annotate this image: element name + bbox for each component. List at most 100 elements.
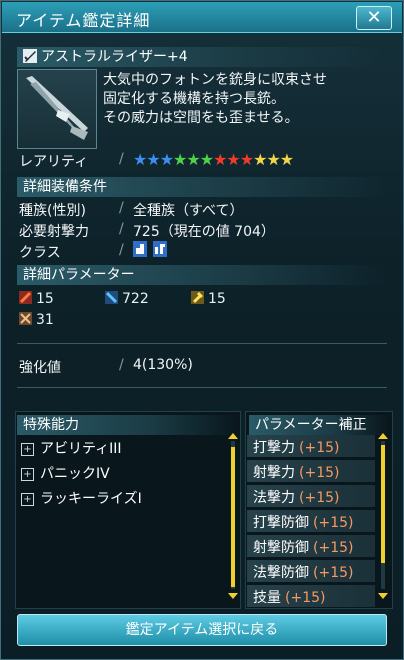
separator: / [119, 357, 124, 373]
gunner-class-icon [153, 241, 167, 257]
requirements-header-label: 詳細装備条件 [23, 179, 107, 195]
separator: / [119, 242, 124, 258]
ability-label: パニックIV [40, 466, 110, 482]
bonus-value: (+15) [313, 540, 354, 556]
item-description: 大気中のフォトンを銃身に収束させ 固定化する機構を持つ長銃。 その威力は空間をも… [103, 71, 327, 128]
dexterity-icon [19, 312, 32, 325]
rifle-image-icon [26, 76, 88, 140]
divider [17, 343, 387, 344]
ability-item[interactable]: + パニックIV [21, 463, 110, 483]
melee-stat: 15 [19, 291, 54, 307]
bonus-value: (+15) [285, 590, 326, 606]
ranger-class-icon [133, 241, 147, 257]
bonus-name: 打撃力 [253, 440, 295, 456]
tech-stat: 15 [191, 291, 226, 307]
back-to-selection-button[interactable]: 鑑定アイテム選択に戻る [17, 614, 387, 646]
bonus-row: 法撃防御 (+15) [247, 560, 375, 582]
race-value: 全種族（すべて） [133, 203, 244, 219]
scroll-up-icon[interactable] [378, 433, 388, 439]
rarity-star-icon: ★ [133, 150, 147, 169]
ranged-stat: 722 [105, 291, 149, 307]
melee-power-icon [19, 291, 32, 304]
bonus-name: 法撃力 [253, 490, 295, 506]
rarity-star-icon: ★ [266, 150, 280, 169]
parameters-header: 詳細パラメーター [17, 265, 387, 285]
rarity-star-icon: ★ [213, 150, 227, 169]
rifle-category-icon [23, 49, 37, 63]
parameters-header-label: 詳細パラメーター [23, 267, 135, 283]
bonus-row: 射撃力 (+15) [247, 460, 375, 482]
ability-label: アビリティIII [40, 441, 122, 457]
separator: / [119, 200, 124, 216]
scroll-down-icon[interactable] [378, 593, 388, 599]
bonus-name: 射撃防御 [253, 540, 309, 556]
grind-value: 4(130%) [133, 357, 193, 373]
abilities-scrollbar[interactable] [231, 441, 235, 589]
item-name: アストラルライザー+4 [41, 49, 188, 65]
bonus-row: 技量 (+15) [247, 585, 375, 607]
bonus-header: パラメーター補正 [249, 415, 389, 435]
ranged-power-icon [105, 291, 118, 304]
bonus-header-label: パラメーター補正 [255, 417, 367, 433]
rarity-star-icon: ★ [146, 150, 160, 169]
bonus-name: 技量 [253, 590, 281, 606]
bonus-row: 法撃力 (+15) [247, 485, 375, 507]
rarity-star-icon: ★ [186, 150, 200, 169]
bonus-row: 射撃防御 (+15) [247, 535, 375, 557]
bonus-value: (+15) [313, 565, 354, 581]
rarity-star-icon: ★ [279, 150, 294, 169]
requirements-header: 詳細装備条件 [17, 177, 387, 197]
description-line: 大気中のフォトンを銃身に収束させ [103, 72, 327, 88]
description-line: 固定化する機構を持つ長銃。 [103, 91, 285, 107]
dex-stat: 31 [19, 312, 54, 328]
rarity-star-icon: ★ [199, 150, 214, 169]
rarity-star-icon: ★ [253, 150, 267, 169]
race-label: 種族(性別) [19, 203, 86, 219]
separator: / [119, 151, 124, 167]
expand-icon: + [21, 443, 34, 456]
class-label: クラス [19, 245, 61, 261]
expand-icon: + [21, 493, 34, 506]
bonus-scrollbar[interactable] [381, 441, 385, 589]
shoot-requirement-value: 725（現在の値 704） [133, 224, 275, 240]
grind-label: 強化値 [19, 360, 61, 376]
shoot-requirement-label: 必要射撃力 [19, 224, 89, 240]
melee-value: 15 [36, 291, 54, 307]
scroll-thumb[interactable] [231, 447, 235, 587]
back-button-label: 鑑定アイテム選択に戻る [125, 622, 279, 638]
title-bar: アイテム鑑定詳細 ✕ [2, 2, 402, 33]
rarity-star-icon: ★ [226, 150, 240, 169]
rarity-star-icon: ★ [159, 150, 174, 169]
bonus-name: 法撃防御 [253, 565, 309, 581]
rarity-stars: ★★★★★★★★★★★★ [133, 150, 294, 169]
bonus-name: 射撃力 [253, 465, 295, 481]
close-button[interactable]: ✕ [356, 6, 392, 30]
ability-item[interactable]: + アビリティIII [21, 438, 122, 458]
item-image [17, 69, 97, 149]
item-name-header: アストラルライザー+4 [17, 47, 387, 67]
bonus-row: 打撃力 (+15) [247, 435, 375, 457]
description-line: その威力は空間をも歪ませる。 [103, 110, 299, 126]
bonus-value: (+15) [313, 515, 354, 531]
bonus-row: 打撃防御 (+15) [247, 510, 375, 532]
divider [17, 387, 387, 388]
abilities-header: 特殊能力 [17, 415, 239, 435]
dex-value: 31 [36, 312, 54, 328]
ability-item[interactable]: + ラッキーライズI [21, 488, 142, 508]
window-title: アイテム鑑定詳細 [16, 11, 151, 30]
scroll-thumb[interactable] [381, 445, 385, 563]
rarity-row: レアリティ [19, 151, 88, 171]
ability-label: ラッキーライズI [40, 491, 142, 507]
bonus-name: 打撃防御 [253, 515, 309, 531]
expand-icon: + [21, 468, 34, 481]
scroll-down-icon[interactable] [228, 593, 238, 599]
rarity-label: レアリティ [19, 154, 89, 170]
close-icon: ✕ [366, 7, 382, 28]
scroll-up-icon[interactable] [228, 433, 238, 439]
abilities-header-label: 特殊能力 [23, 417, 79, 433]
tech-value: 15 [208, 291, 226, 307]
rarity-star-icon: ★ [173, 150, 187, 169]
bonus-value: (+15) [299, 440, 340, 456]
bonus-value: (+15) [299, 465, 340, 481]
rarity-star-icon: ★ [239, 150, 254, 169]
